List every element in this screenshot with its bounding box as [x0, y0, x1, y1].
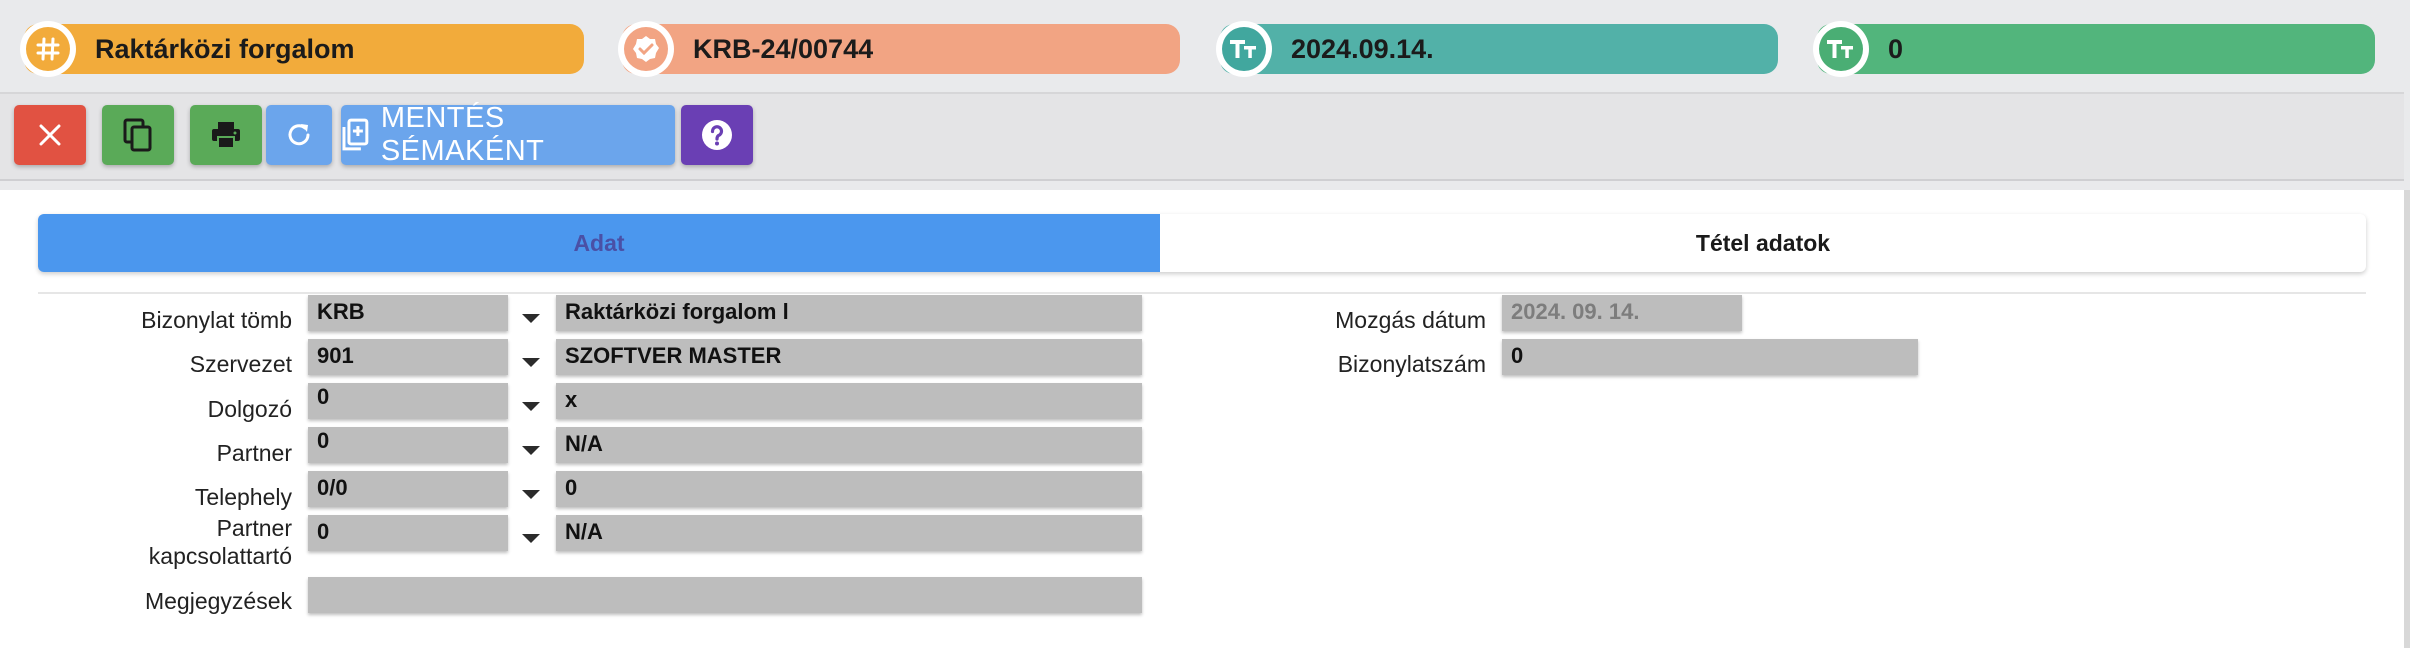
label-bizonylatszam: Bizonylatszám: [1337, 351, 1486, 377]
document-type-text: Raktárközi forgalom: [95, 34, 355, 64]
szervezet-dropdown-icon[interactable]: [522, 358, 540, 367]
copy-button[interactable]: [102, 105, 174, 165]
print-button[interactable]: [190, 105, 262, 165]
scrollbar[interactable]: [2404, 190, 2410, 648]
partner-dropdown-icon[interactable]: [522, 446, 540, 455]
tab-bar: Adat Tétel adatok: [38, 214, 2366, 272]
text-size-icon: [1827, 40, 1853, 58]
partner-kapcsolattarto-dropdown-icon[interactable]: [522, 534, 540, 543]
header-pill-document-number: KRB-24/00744: [618, 21, 1180, 77]
divider: [38, 292, 2366, 294]
header-pill-date: 2024.09.14.: [1216, 21, 1778, 77]
megjegyzesek-field[interactable]: [308, 577, 1142, 613]
label-mozgas-datum: Mozgás dátum: [1335, 307, 1486, 333]
refresh-icon: [288, 124, 310, 146]
print-icon: [212, 122, 240, 149]
partner-kapcsolattarto-code-field[interactable]: 0: [308, 515, 508, 551]
close-icon: [39, 124, 61, 146]
bizonylatszam-field[interactable]: 0: [1502, 339, 1918, 375]
status-value-text: 0: [1888, 34, 1904, 64]
copy-icon: [123, 118, 152, 152]
bizonylat-tomb-name-field[interactable]: Raktárközi forgalom l: [556, 295, 1142, 331]
telephely-code-field[interactable]: 0/0: [308, 471, 508, 507]
text-size-icon: [1230, 40, 1256, 58]
save-as-template-button[interactable]: MENTÉS SÉMAKÉNT: [341, 102, 675, 167]
dolgozo-dropdown-icon[interactable]: [522, 402, 540, 411]
label-szervezet: Szervezet: [189, 351, 292, 377]
content-panel: Adat Tétel adatok Bizonylat tömb KRB Rak…: [0, 190, 2404, 648]
partner-kapcsolattarto-name-field[interactable]: N/A: [556, 515, 1142, 551]
mozgas-datum-field[interactable]: 2024. 09. 14.: [1502, 295, 1742, 331]
save-as-template-label: MENTÉS SÉMAKÉNT: [380, 102, 545, 167]
bizonylat-tomb-dropdown-icon[interactable]: [522, 314, 540, 323]
header-pill-document-type: Raktárközi forgalom: [20, 21, 584, 77]
tab-tetel-adatok[interactable]: Tétel adatok: [1160, 214, 2366, 272]
dolgozo-name-field[interactable]: x: [556, 383, 1142, 419]
dolgozo-code-field[interactable]: 0: [308, 383, 508, 419]
telephely-dropdown-icon[interactable]: [522, 490, 540, 499]
telephely-name-field[interactable]: 0: [556, 471, 1142, 507]
label-partner: Partner: [216, 440, 292, 466]
refresh-button[interactable]: [266, 105, 332, 165]
label-partner-kapcsolattarto-line1: Partner: [216, 515, 292, 541]
toolbar: MENTÉS SÉMAKÉNT: [0, 92, 2404, 181]
partner-code-field[interactable]: 0: [308, 427, 508, 463]
label-megjegyzesek: Megjegyzések: [144, 588, 292, 614]
save-template-icon: [342, 118, 369, 151]
szervezet-code-field[interactable]: 901: [308, 339, 508, 375]
label-dolgozo: Dolgozó: [207, 396, 292, 422]
hash-icon: [36, 37, 60, 61]
badge-check-icon: [633, 36, 659, 62]
tab-adat[interactable]: Adat: [38, 214, 1160, 272]
document-number-text: KRB-24/00744: [693, 34, 874, 64]
partner-name-field[interactable]: N/A: [556, 427, 1142, 463]
bizonylat-tomb-code-field[interactable]: KRB: [308, 295, 508, 331]
help-icon: [702, 120, 732, 150]
date-text: 2024.09.14.: [1291, 34, 1434, 64]
label-telephely: Telephely: [194, 484, 292, 510]
szervezet-name-field[interactable]: SZOFTVER MASTER: [556, 339, 1142, 375]
label-bizonylat-tomb: Bizonylat tömb: [141, 307, 292, 333]
close-button[interactable]: [14, 105, 86, 165]
help-button[interactable]: [681, 105, 753, 165]
header-pill-status: 0: [1813, 21, 2375, 77]
label-partner-kapcsolattarto-line2: kapcsolattartó: [148, 543, 292, 569]
